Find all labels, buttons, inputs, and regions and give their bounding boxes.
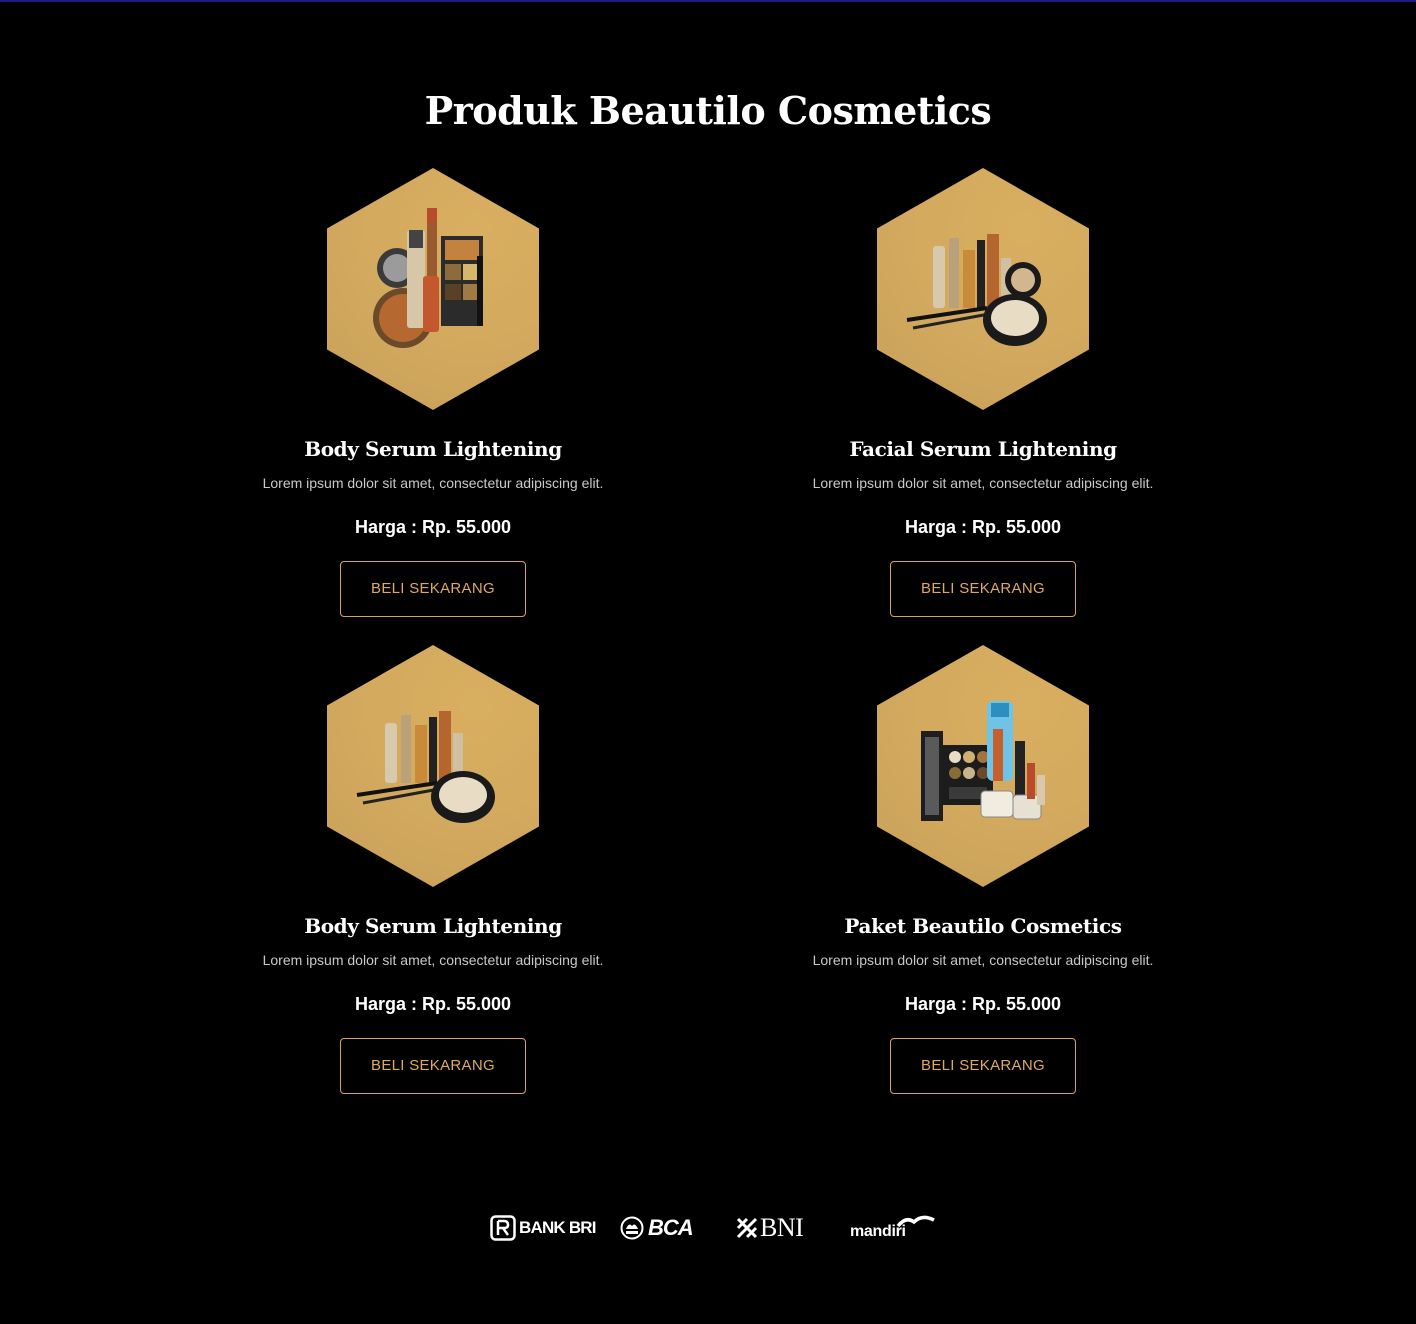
product-card: Paket Beautilo Cosmetics Lorem ipsum dol… [708, 645, 1258, 1094]
product-card: Facial Serum Lightening Lorem ipsum dolo… [708, 168, 1258, 617]
bni-logo-icon: BNI [736, 1210, 804, 1246]
buy-now-button[interactable]: BELI SEKARANG [340, 561, 526, 617]
bca-mark-icon [620, 1216, 644, 1240]
buy-now-button[interactable]: BELI SEKARANG [890, 1038, 1076, 1094]
bri-mark-icon [490, 1215, 516, 1241]
makeup-set-icon [356, 711, 495, 823]
product-description: Lorem ipsum dolor sit amet, consectetur … [812, 475, 1154, 491]
product-title: Paket Beautilo Cosmetics [844, 914, 1122, 938]
makeup-set-icon [373, 208, 483, 348]
product-card: Body Serum Lightening Lorem ipsum dolor … [158, 645, 708, 1094]
bri-logo-icon: BANK BRI [490, 1210, 597, 1246]
product-price: Harga : Rp. 55.000 [904, 517, 1062, 537]
product-title: Body Serum Lightening [304, 914, 562, 938]
product-title: Facial Serum Lightening [849, 437, 1117, 461]
top-border-line [0, 0, 1416, 2]
product-image-hexagon [877, 645, 1089, 887]
bank-name: BANK BRI [519, 1218, 597, 1237]
bank-name: BCA [648, 1215, 694, 1240]
bni-mark-icon [736, 1217, 758, 1239]
bca-logo-icon: BCA [620, 1210, 694, 1246]
product-image-hexagon [327, 645, 539, 887]
product-image-hexagon [877, 168, 1089, 410]
bank-name: BNI [760, 1213, 804, 1242]
product-price: Harga : Rp. 55.000 [904, 994, 1062, 1014]
makeup-kit-icon [921, 701, 1045, 821]
product-description: Lorem ipsum dolor sit amet, consectetur … [262, 475, 604, 491]
page-title: Produk Beautilo Cosmetics [424, 88, 992, 133]
mandiri-wave-icon [896, 1215, 935, 1228]
payment-banks: BANK BRI BCA BNI mandiri [488, 1210, 935, 1246]
product-card: Body Serum Lightening Lorem ipsum dolor … [158, 168, 708, 617]
product-image-hexagon [327, 168, 539, 410]
product-title: Body Serum Lightening [304, 437, 562, 461]
makeup-set-icon [906, 234, 1047, 346]
product-description: Lorem ipsum dolor sit amet, consectetur … [812, 952, 1154, 968]
buy-now-button[interactable]: BELI SEKARANG [340, 1038, 526, 1094]
mandiri-logo-icon: mandiri [850, 1210, 936, 1246]
product-description: Lorem ipsum dolor sit amet, consectetur … [262, 952, 604, 968]
product-price: Harga : Rp. 55.000 [354, 994, 512, 1014]
buy-now-button[interactable]: BELI SEKARANG [890, 561, 1076, 617]
product-price: Harga : Rp. 55.000 [354, 517, 512, 537]
